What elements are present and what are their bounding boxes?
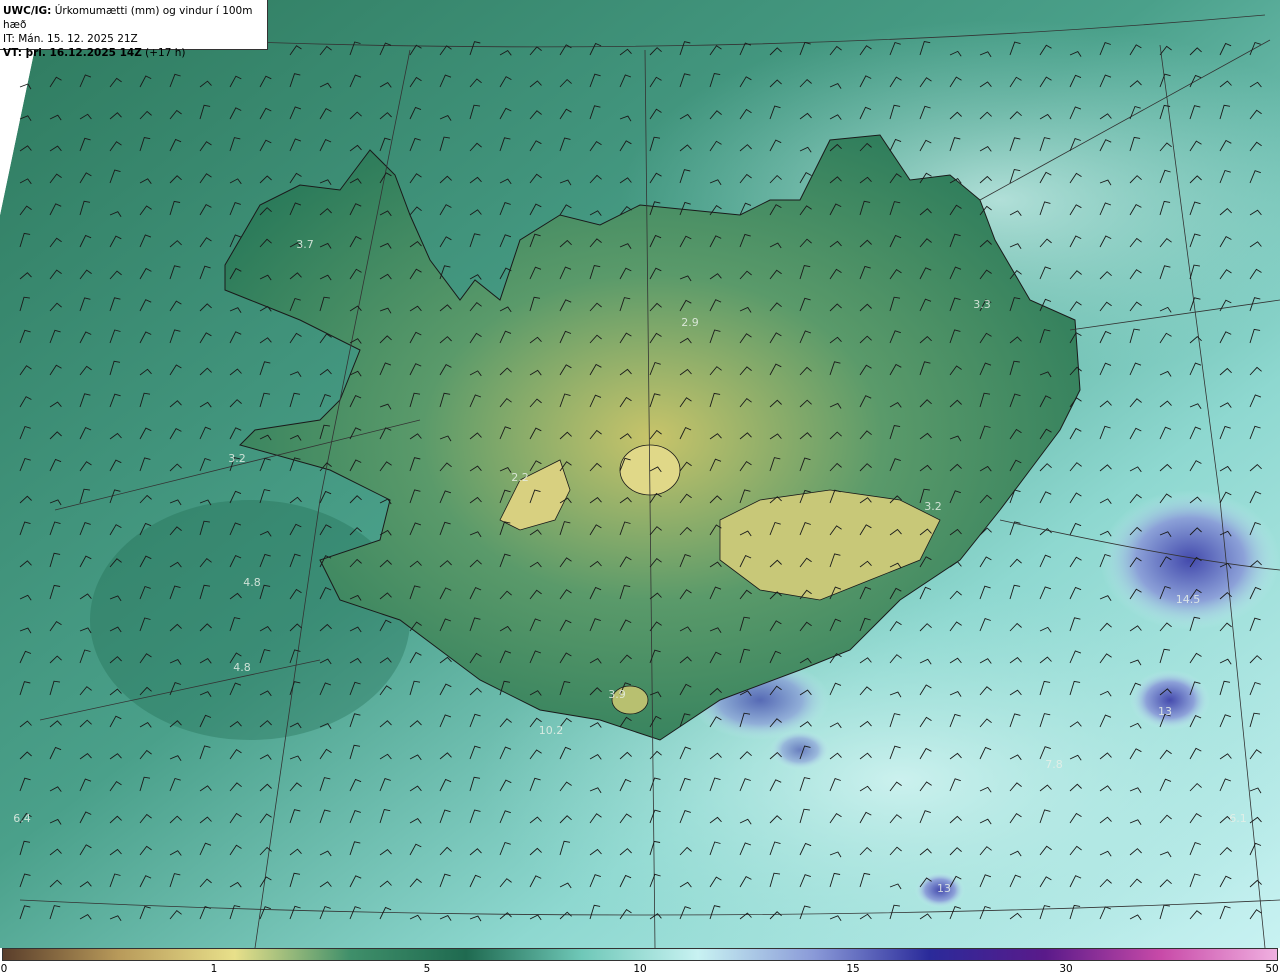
value-label: 3.7	[296, 238, 314, 251]
colorbar-strip	[2, 948, 1278, 961]
value-label: 3.2	[228, 452, 246, 465]
value-label: 2.9	[681, 316, 699, 329]
colorbar-tick: 30	[1059, 963, 1073, 975]
lead-time: (+17 h)	[145, 47, 186, 59]
info-box: UWC/IG: Úrkomumætti (mm) og vindur í 100…	[0, 0, 268, 59]
colorbar: 0 1 5 10 15 30 50	[0, 948, 1280, 978]
value-label: 6.1	[1229, 812, 1247, 825]
issue-time: IT: Mán. 15. 12. 2025 21Z	[3, 33, 138, 45]
value-label: 2.2	[511, 471, 529, 484]
value-label: 10.2	[539, 724, 564, 737]
precip-patch	[770, 730, 830, 770]
colorbar-tick: 50	[1265, 963, 1279, 975]
value-label: 3.3	[973, 298, 991, 311]
value-label: 3.9	[608, 688, 626, 701]
value-label: 7.8	[1045, 758, 1063, 771]
value-label: 4.8	[233, 661, 251, 674]
precip-patch	[1100, 490, 1280, 630]
colorbar-tick: 0	[0, 963, 8, 975]
value-label: 4.8	[243, 576, 261, 589]
colorbar-tick: 15	[846, 963, 860, 975]
valid-time: VT: þri. 16.12.2025 14Z	[3, 47, 142, 59]
model-label: UWC/IG:	[3, 5, 52, 17]
value-label: 6.4	[13, 812, 31, 825]
weather-map[interactable]: 3.7 2.9 3.3 3.2 2.2 3.2 4.8 4.8 3.9 10.2 14.5 13 7.8…	[0, 0, 1280, 948]
value-label: 13	[937, 882, 951, 895]
value-label: 3.2	[924, 500, 942, 513]
precip-patch	[1130, 670, 1210, 730]
value-label: 14.5	[1176, 593, 1201, 606]
colorbar-tick: 10	[633, 963, 647, 975]
value-label: 13	[1158, 705, 1172, 718]
colorbar-tick: 1	[210, 963, 218, 975]
colorbar-tick: 5	[423, 963, 431, 975]
